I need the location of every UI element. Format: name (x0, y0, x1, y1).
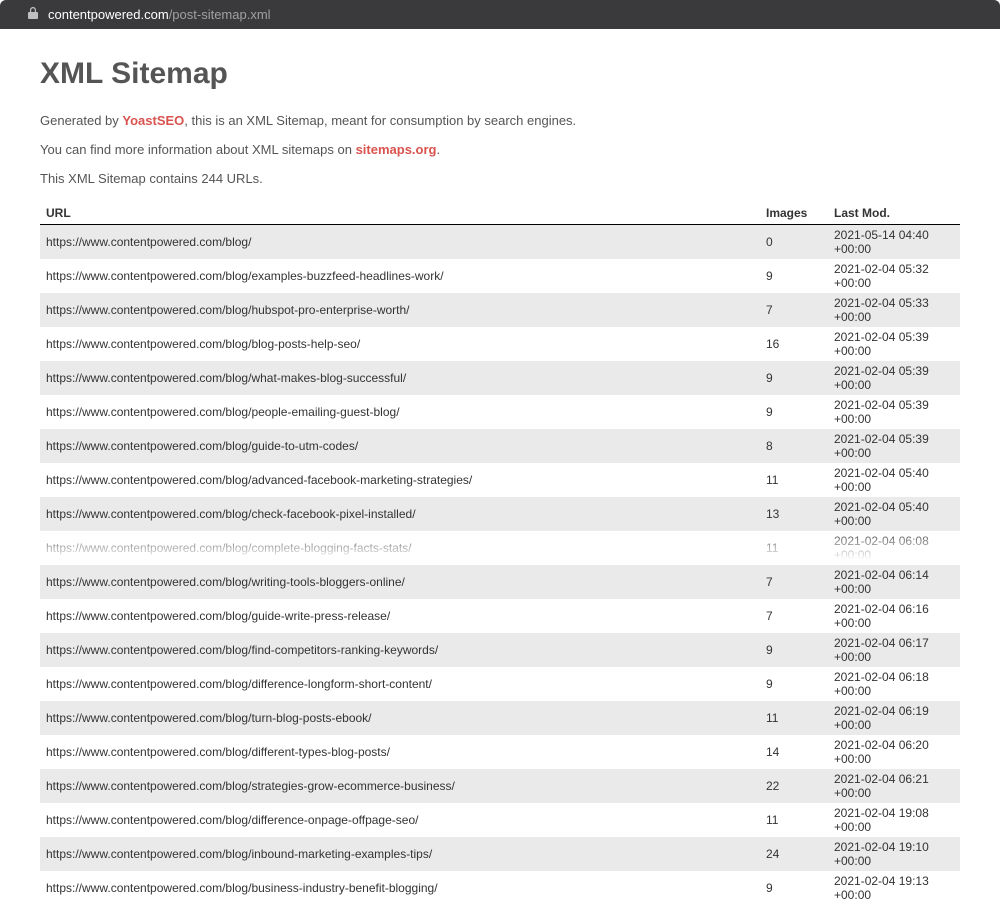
browser-url-bar[interactable]: contentpowered.com/post-sitemap.xml (0, 0, 1000, 29)
lastmod-cell: 2021-02-04 06:14 +00:00 (828, 565, 960, 599)
lastmod-cell: 2021-02-04 05:39 +00:00 (828, 429, 960, 463)
table-row: https://www.contentpowered.com/blog/guid… (40, 429, 960, 463)
lastmod-cell: 2021-02-04 05:32 +00:00 (828, 259, 960, 293)
lastmod-cell: 2021-02-04 06:19 +00:00 (828, 701, 960, 735)
sitemap-table: URL Images Last Mod. https://www.content… (40, 202, 960, 905)
url-cell[interactable]: https://www.contentpowered.com/blog/adva… (40, 463, 760, 497)
url-path: /post-sitemap.xml (169, 7, 271, 22)
sitemaps-org-link[interactable]: sitemaps.org (356, 142, 437, 157)
url-cell[interactable]: https://www.contentpowered.com/blog/peop… (40, 395, 760, 429)
url-cell[interactable]: https://www.contentpowered.com/blog/hubs… (40, 293, 760, 327)
url-cell[interactable]: https://www.contentpowered.com/blog/diff… (40, 735, 760, 769)
lastmod-cell: 2021-02-04 05:33 +00:00 (828, 293, 960, 327)
lastmod-cell: 2021-05-14 04:40 +00:00 (828, 225, 960, 260)
yoastseo-link[interactable]: YoastSEO (122, 113, 184, 128)
lastmod-cell: 2021-02-04 05:40 +00:00 (828, 497, 960, 531)
lastmod-cell: 2021-02-04 05:39 +00:00 (828, 327, 960, 361)
images-cell: 14 (760, 735, 828, 769)
url-cell[interactable]: https://www.contentpowered.com/blog/blog… (40, 327, 760, 361)
header-lastmod[interactable]: Last Mod. (828, 202, 960, 225)
url-cell[interactable]: https://www.contentpowered.com/blog/chec… (40, 497, 760, 531)
url-cell[interactable]: https://www.contentpowered.com/blog/guid… (40, 429, 760, 463)
table-row: https://www.contentpowered.com/blog/0202… (40, 225, 960, 260)
url-domain: contentpowered.com (48, 7, 169, 22)
url-cell[interactable]: https://www.contentpowered.com/blog/find… (40, 633, 760, 667)
url-cell[interactable]: https://www.contentpowered.com/blog/inbo… (40, 837, 760, 871)
images-cell: 11 (760, 701, 828, 735)
table-row: https://www.contentpowered.com/blog/exam… (40, 259, 960, 293)
images-cell: 9 (760, 259, 828, 293)
table-row: https://www.contentpowered.com/blog/turn… (40, 701, 960, 735)
images-cell: 9 (760, 633, 828, 667)
page-content: XML Sitemap Generated by YoastSEO, this … (0, 29, 1000, 905)
table-row: https://www.contentpowered.com/blog/hubs… (40, 293, 960, 327)
url-cell[interactable]: https://www.contentpowered.com/blog/turn… (40, 701, 760, 735)
lastmod-cell: 2021-02-04 06:16 +00:00 (828, 599, 960, 633)
lastmod-cell: 2021-02-04 06:20 +00:00 (828, 735, 960, 769)
table-row: https://www.contentpowered.com/blog/diff… (40, 667, 960, 701)
generated-by-line: Generated by YoastSEO, this is an XML Si… (40, 113, 960, 128)
url-cell[interactable]: https://www.contentpowered.com/blog/writ… (40, 565, 760, 599)
url-count-line: This XML Sitemap contains 244 URLs. (40, 171, 960, 186)
url-cell[interactable]: https://www.contentpowered.com/blog/diff… (40, 667, 760, 701)
lastmod-cell: 2021-02-04 05:39 +00:00 (828, 361, 960, 395)
table-row: https://www.contentpowered.com/blog/chec… (40, 497, 960, 531)
lastmod-cell: 2021-02-04 06:17 +00:00 (828, 633, 960, 667)
images-cell: 9 (760, 667, 828, 701)
images-cell: 13 (760, 497, 828, 531)
images-cell: 9 (760, 395, 828, 429)
images-cell: 7 (760, 293, 828, 327)
lastmod-cell: 2021-02-04 19:08 +00:00 (828, 803, 960, 837)
table-row: https://www.contentpowered.com/blog/inbo… (40, 837, 960, 871)
lock-icon (28, 7, 38, 22)
lastmod-cell: 2021-02-04 05:40 +00:00 (828, 463, 960, 497)
images-cell: 0 (760, 225, 828, 260)
images-cell: 7 (760, 599, 828, 633)
images-cell: 24 (760, 837, 828, 871)
table-row: https://www.contentpowered.com/blog/guid… (40, 599, 960, 633)
url-cell[interactable]: https://www.contentpowered.com/blog/exam… (40, 259, 760, 293)
lastmod-cell: 2021-02-04 19:10 +00:00 (828, 837, 960, 871)
table-row: https://www.contentpowered.com/blog/adva… (40, 463, 960, 497)
images-cell: 9 (760, 361, 828, 395)
images-cell: 16 (760, 327, 828, 361)
url-cell[interactable]: https://www.contentpowered.com/blog/what… (40, 361, 760, 395)
url-cell[interactable]: https://www.contentpowered.com/blog/stra… (40, 769, 760, 803)
lastmod-cell: 2021-02-04 19:13 +00:00 (828, 871, 960, 905)
url-cell[interactable]: https://www.contentpowered.com/blog/ (40, 225, 760, 260)
lastmod-cell: 2021-02-04 05:39 +00:00 (828, 395, 960, 429)
lastmod-cell: 2021-02-04 06:21 +00:00 (828, 769, 960, 803)
info-line: You can find more information about XML … (40, 142, 960, 157)
images-cell: 22 (760, 769, 828, 803)
url-cell[interactable]: https://www.contentpowered.com/blog/diff… (40, 803, 760, 837)
table-row: https://www.contentpowered.com/blog/busi… (40, 871, 960, 905)
url-cell[interactable]: https://www.contentpowered.com/blog/guid… (40, 599, 760, 633)
table-row: https://www.contentpowered.com/blog/what… (40, 361, 960, 395)
table-row: https://www.contentpowered.com/blog/peop… (40, 395, 960, 429)
table-row: https://www.contentpowered.com/blog/writ… (40, 565, 960, 599)
page-title: XML Sitemap (40, 57, 960, 91)
lastmod-cell: 2021-02-04 06:18 +00:00 (828, 667, 960, 701)
table-row: https://www.contentpowered.com/blog/diff… (40, 735, 960, 769)
table-row: https://www.contentpowered.com/blog/stra… (40, 769, 960, 803)
table-row: https://www.contentpowered.com/blog/blog… (40, 327, 960, 361)
header-url[interactable]: URL (40, 202, 760, 225)
images-cell: 8 (760, 429, 828, 463)
images-cell: 11 (760, 803, 828, 837)
url-cell[interactable]: https://www.contentpowered.com/blog/busi… (40, 871, 760, 905)
table-row: https://www.contentpowered.com/blog/find… (40, 633, 960, 667)
images-cell: 11 (760, 463, 828, 497)
table-row: https://www.contentpowered.com/blog/diff… (40, 803, 960, 837)
images-cell: 9 (760, 871, 828, 905)
images-cell: 7 (760, 565, 828, 599)
header-images[interactable]: Images (760, 202, 828, 225)
